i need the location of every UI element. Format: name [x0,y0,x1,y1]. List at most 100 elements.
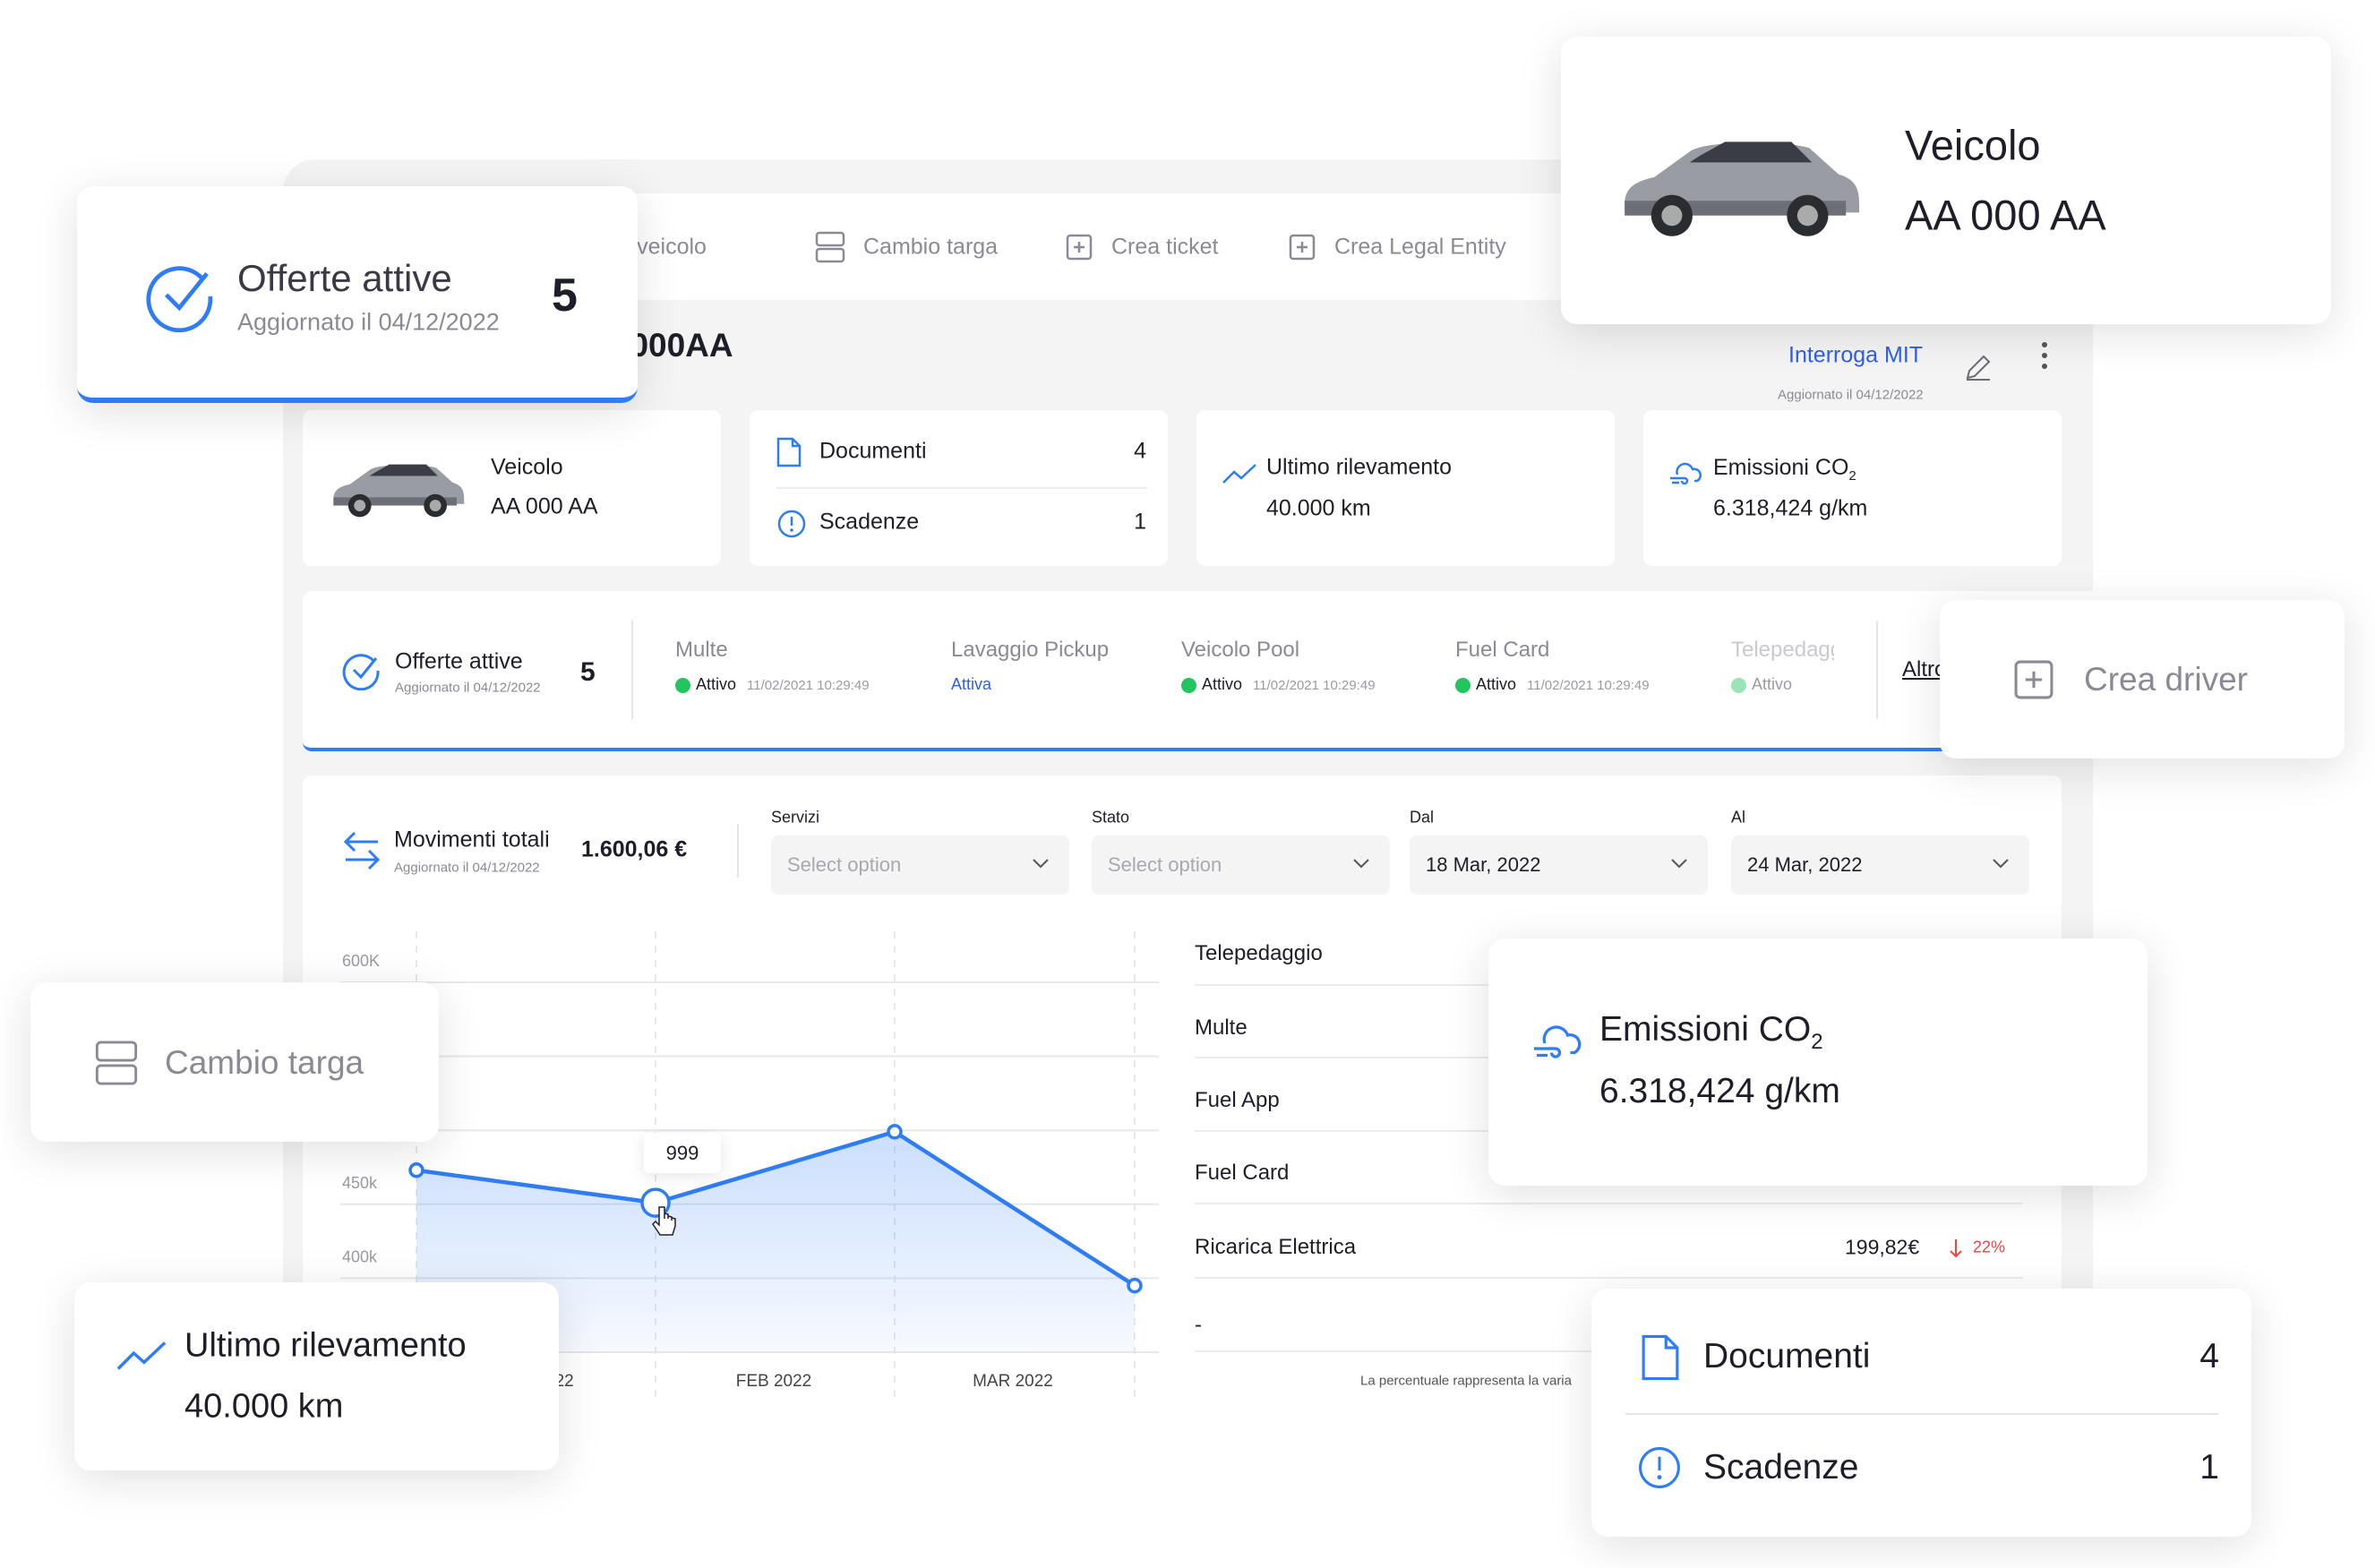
arrow-down-icon [1950,1239,1962,1258]
floating-vehicle-card[interactable]: Veicolo AA 000 AA [1561,37,2331,324]
change-plate-button[interactable]: Cambio targa [30,982,439,1142]
summary-card-emissions[interactable]: Emissioni CO2 6.318,424 g/km [1643,410,2062,566]
chevron-down-icon [1353,859,1369,869]
filter-stato-select[interactable]: Select option [1092,835,1390,895]
documents-label: Documenti [1703,1337,1871,1375]
service-label: Multe [675,638,728,662]
toolbar-change-plate[interactable]: Cambio targa [815,231,998,268]
documents-count: 4 [2199,1337,2219,1375]
summary-card-documents[interactable]: Documenti 4 Scadenze 1 [750,410,1168,566]
movement-list-item[interactable]: Telepedaggio [1195,941,1323,966]
toolbar-label: Cambio targa [863,234,999,260]
ricarica-value: 199,82€ [1845,1235,1920,1259]
cloud-wind-icon [1534,1025,1582,1058]
floating-offers-card[interactable]: Offerte attive Aggiornato il 04/12/2022 … [77,186,638,403]
status-dot [1731,677,1746,693]
last-reading-value: 40.000 km [1266,495,1371,521]
divider [1195,1277,2023,1279]
vehicle-plate: AA 000 AA [491,493,598,519]
emissions-value: 6.318,424 g/km [1713,495,1868,521]
create-driver-button[interactable]: Crea driver [1940,600,2345,758]
service-label: Veicolo Pool [1181,638,1300,662]
service-lavaggio-pickup[interactable]: Lavaggio Pickup Attiva [951,638,1109,694]
summary-card-vehicle[interactable]: Veicolo AA 000 AA [303,410,721,566]
floating-emissions-card[interactable]: Emissioni CO2 6.318,424 g/km [1488,938,2148,1186]
emissions-value: 6.318,424 g/km [1599,1072,1840,1110]
floating-documents-card[interactable]: Documenti 4 Scadenze 1 [1591,1289,2251,1537]
kebab-menu-icon[interactable] [2038,340,2051,371]
cloud-wind-icon [1670,462,1702,485]
document-icon [1642,1334,1679,1381]
service-status: Attivo 11/02/2021 10:29:49 [1181,675,1376,694]
movement-list-item[interactable]: Multe [1195,1015,1248,1041]
create-driver-label: Crea driver [2084,661,2248,698]
offers-updated: Aggiornato il 04/12/2022 [395,680,541,696]
toolbar-create-legal-entity[interactable]: Crea Legal Entity [1289,234,1506,265]
filter-label-stato: Stato [1092,808,1130,827]
chevron-down-icon [1671,859,1687,869]
vehicle-plate: AA 000 AA [1905,191,2106,239]
movement-list-item[interactable]: - [1195,1313,1202,1338]
footnote: La percentuale rappresenta la varia [1360,1373,1572,1389]
y-tick-label: 600K [342,952,380,970]
data-point [1127,1277,1143,1294]
y-tick-label: 450k [342,1174,378,1192]
filter-label-al: Al [1731,808,1746,827]
service-label: Telepedaggio [1731,638,1834,662]
service-telepedaggio[interactable]: Telepedaggio Attivo [1731,638,1834,694]
offers-count: 5 [552,270,578,321]
data-point [408,1162,424,1178]
updated-text: Aggiornato il 04/12/2022 [1778,387,1924,403]
check-circle-icon [342,654,380,690]
movement-list-item[interactable]: Ricarica Elettrica [1195,1235,1356,1260]
divider [1625,1413,2218,1415]
toolbar-create-ticket[interactable]: Crea ticket [1066,234,1218,265]
last-reading-value: 40.000 km [184,1387,344,1426]
status-dot [675,677,690,693]
hand-cursor-icon [652,1206,676,1236]
filter-servizi-select[interactable]: Select option [771,835,1069,895]
emissions-label: Emissioni CO2 [1713,455,1856,484]
service-veicolo-pool[interactable]: Veicolo Pool Attivo 11/02/2021 10:29:49 [1181,638,1376,694]
service-multe[interactable]: Multe Attivo 11/02/2021 10:29:49 [675,638,870,694]
vehicle-label: Veicolo [491,454,563,480]
service-status: Attivo [1731,675,1834,694]
movement-list-item[interactable]: Fuel App [1195,1088,1280,1113]
edit-pencil-icon[interactable] [1963,352,1993,382]
ricarica-change: 22% [1973,1238,2006,1256]
alert-circle-icon [1639,1447,1680,1488]
filter-label-dal: Dal [1410,808,1435,827]
deadlines-label: Scadenze [819,509,920,535]
deadlines-count: 1 [2199,1448,2219,1487]
car-image [1625,141,1860,236]
documents-label: Documenti [819,438,927,464]
vehicle-label: Veicolo [1905,121,2041,169]
filter-label-servizi: Servizi [771,808,820,827]
y-tick-label: 400k [342,1247,378,1265]
trend-line-icon [1222,464,1256,484]
chevron-down-icon [1993,859,2009,869]
chart-tooltip: 999 [644,1133,721,1173]
summary-card-last-reading[interactable]: Ultimo rilevamento 40.000 km [1196,410,1615,566]
divider [776,487,1147,489]
service-status: Attivo 11/02/2021 10:29:49 [1455,675,1650,694]
check-circle-icon [146,266,213,332]
movements-updated: Aggiornato il 04/12/2022 [394,860,540,876]
x-tick-label: MAR 2022 [973,1372,1053,1391]
x-tick-label: FEB 2022 [736,1372,812,1391]
plate-icon [815,231,845,263]
service-status: Attiva [951,675,992,693]
toolbar-label: Crea ticket [1111,234,1219,260]
interroga-mit-link[interactable]: Interroga MIT [1788,343,1923,369]
divider [737,824,739,878]
transfer-arrows-icon [343,831,381,870]
filter-al-date[interactable]: 24 Mar, 2022 [1731,835,2029,895]
filter-dal-date[interactable]: 18 Mar, 2022 [1410,835,1708,895]
car-image [333,464,465,518]
movement-list-item[interactable]: Fuel Card [1195,1161,1289,1186]
service-fuel-card[interactable]: Fuel Card Attivo 11/02/2021 10:29:49 [1455,638,1650,694]
floating-last-reading-card[interactable]: Ultimo rilevamento 40.000 km [74,1282,559,1470]
plus-square-icon [2014,660,2053,699]
movements-total: 1.600,06 € [581,836,688,862]
service-status: Attivo 11/02/2021 10:29:49 [675,675,870,694]
